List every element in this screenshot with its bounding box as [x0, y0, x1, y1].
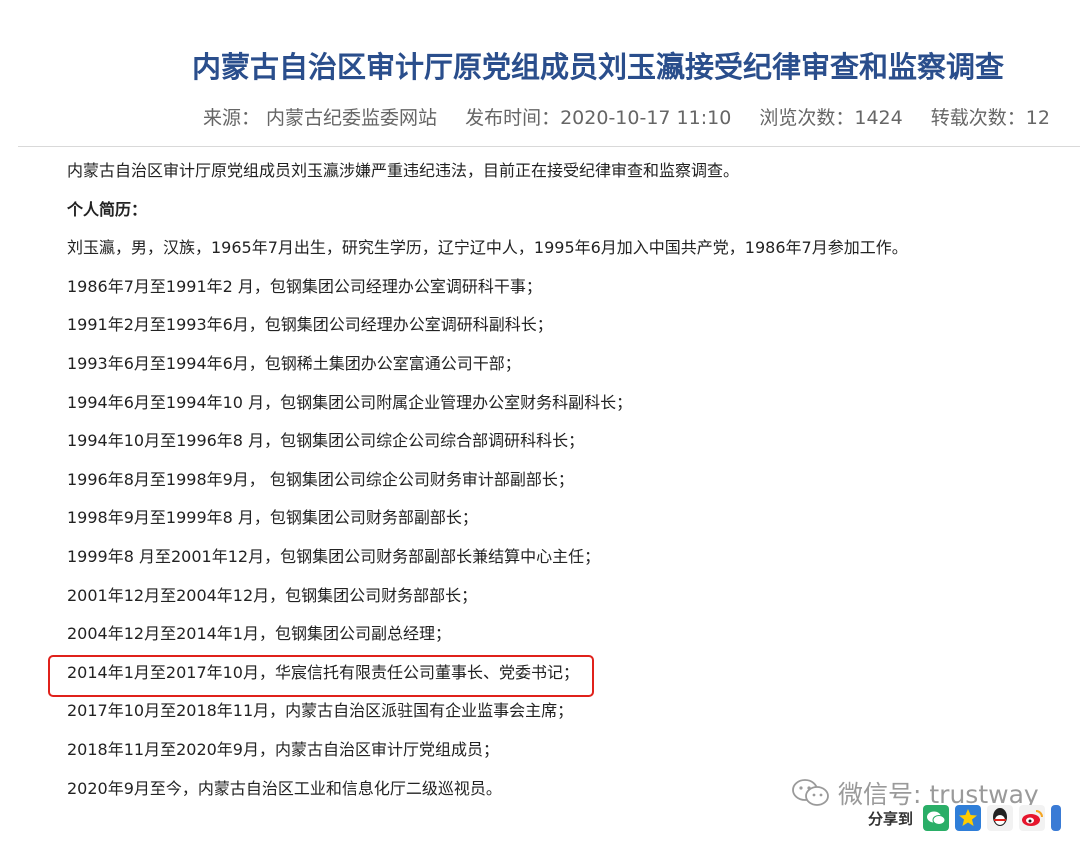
resume-entry: 1993年6月至1994年6月，包钢稀土集团办公室富通公司干部；	[67, 353, 521, 373]
resume-entry: 1994年10月至1996年8 月，包钢集团公司综企公司综合部调研科科长；	[67, 431, 585, 451]
view-count: 浏览次数：1424	[759, 107, 903, 129]
share-bar: 分享到	[868, 805, 1062, 831]
publish-time: 发布时间：2020-10-17 11:10	[465, 107, 732, 129]
qq-icon[interactable]	[987, 805, 1014, 831]
qzone-icon[interactable]	[955, 805, 982, 831]
resume-entry: 1991年2月至1993年6月，包钢集团公司经理办公室调研科副科长；	[67, 315, 553, 335]
resume-entry: 2001年12月至2004年12月，包钢集团公司财务部部长；	[67, 585, 478, 605]
share-label: 分享到	[868, 809, 914, 828]
resume-entry: 1999年8 月至2001年12月，包钢集团公司财务部副部长兼结算中心主任；	[67, 546, 601, 566]
resume-entry: 2017年10月至2018年11月，内蒙古自治区派驻国有企业监事会主席；	[67, 701, 574, 721]
source-label: 来源： 内蒙古纪委监委网站	[203, 107, 438, 129]
intro-paragraph: 内蒙古自治区审计厅原党组成员刘玉瀛涉嫌严重违纪违法，目前正在接受纪律审查和监察调…	[67, 161, 740, 180]
resume-heading: 个人简历：	[67, 199, 148, 219]
resume-entry: 2004年12月至2014年1月，包钢集团公司副总经理；	[67, 624, 451, 644]
resume-entry: 1998年9月至1999年8 月，包钢集团公司财务部副部长；	[67, 508, 478, 528]
bio-paragraph: 刘玉瀛，男，汉族，1965年7月出生，研究生学历，辽宁辽中人，1995年6月加入…	[67, 238, 908, 258]
resume-entry: 1986年7月至1991年2 月，包钢集团公司经理办公室调研科干事；	[67, 276, 542, 296]
wechat-logo-icon	[792, 779, 829, 806]
resume-entry: 1996年8月至1998年9月， 包钢集团公司综企公司财务审计部副部长；	[67, 469, 574, 489]
resume-entry: 1994年6月至1994年10 月，包钢集团公司附属企业管理办公室财务科副科长；	[67, 392, 633, 412]
wechat-icon[interactable]	[923, 805, 950, 831]
header-divider	[18, 146, 1080, 147]
weibo-icon[interactable]	[1019, 805, 1046, 831]
share-more-icon[interactable]	[1051, 805, 1062, 831]
article-body: 内蒙古自治区审计厅原党组成员刘玉瀛涉嫌严重违纪违法，目前正在接受纪律审查和监察调…	[67, 158, 1067, 814]
repost-count: 转载次数：12	[930, 107, 1050, 129]
page-title: 内蒙古自治区审计厅原党组成员刘玉瀛接受纪律审查和监察调查	[191, 50, 1004, 84]
article-meta: 来源： 内蒙古纪委监委网站 发布时间：2020-10-17 11:10 浏览次数…	[203, 103, 1072, 130]
highlight-box	[48, 655, 594, 697]
resume-entry: 2018年11月至2020年9月，内蒙古自治区审计厅党组成员；	[67, 739, 499, 759]
